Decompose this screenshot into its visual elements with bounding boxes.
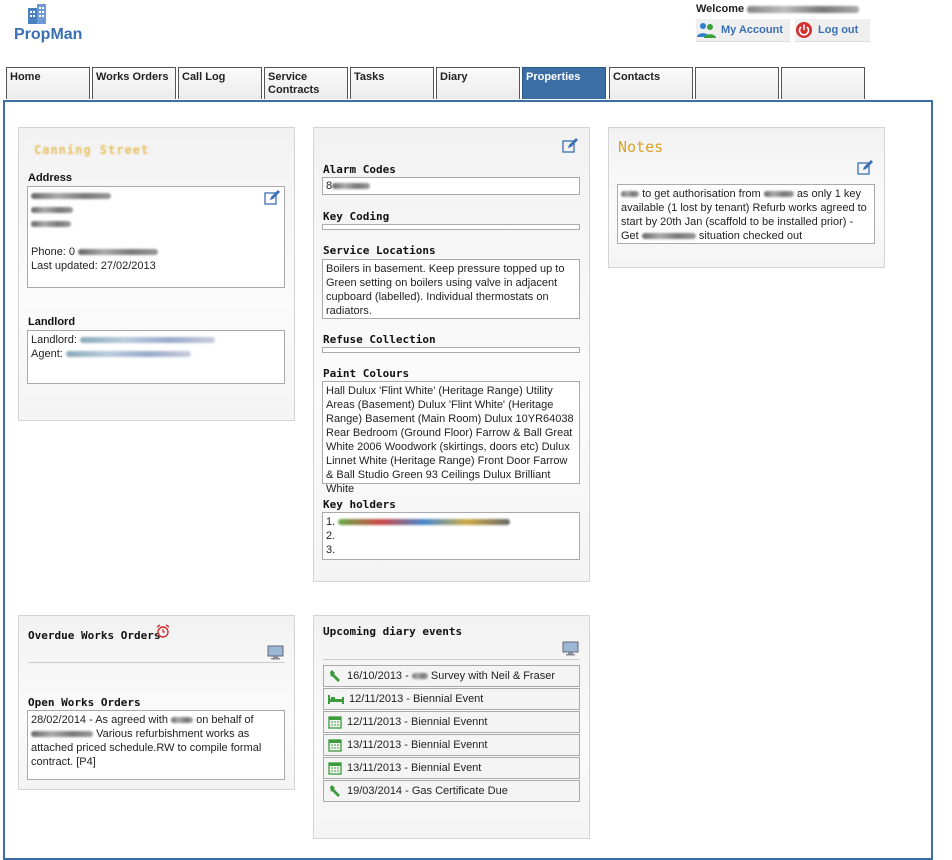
key-coding-heading: Key Coding — [323, 210, 390, 223]
event-date: 16/10/2013 - — [347, 670, 409, 682]
alarm-clock-icon — [156, 624, 170, 638]
open-works-orders-heading: Open Works Orders — [28, 696, 141, 709]
notes-box: to get authorisation from as only 1 key … — [617, 184, 875, 244]
key-coding-box — [322, 224, 580, 230]
users-icon — [697, 23, 716, 38]
edit-icon[interactable] — [562, 138, 578, 154]
tab-call-log[interactable]: Call Log — [178, 67, 262, 99]
address-heading: Address — [28, 172, 73, 184]
tab-contacts[interactable]: Contacts — [609, 67, 693, 99]
event-date: 19/03/2014 - — [347, 785, 409, 797]
edit-icon[interactable] — [264, 190, 280, 206]
my-account-label: My Account — [721, 24, 783, 36]
tab-service-contracts[interactable]: Service Contracts — [264, 67, 348, 99]
event-text: Biennial Event — [411, 762, 482, 774]
alarm-codes-heading: Alarm Codes — [323, 163, 396, 176]
event-text: Gas Certificate Due — [411, 785, 508, 797]
service-locations-box: Boilers in basement. Keep pressure toppe… — [322, 259, 580, 319]
event-text: Survey with Neil & Fraser — [430, 670, 555, 682]
propman-logo[interactable]: PropMan — [14, 4, 94, 44]
welcome-label: Welcome — [696, 3, 745, 15]
wrench-icon — [330, 785, 340, 797]
diary-event[interactable]: 13/11/2013 - Biennial Event — [323, 757, 580, 779]
order-text-a: 28/02/2014 - As agreed with — [31, 714, 168, 726]
diary-event[interactable]: 13/11/2013 - Biennial Evennt — [323, 734, 580, 756]
key-holders-heading: Key holders — [323, 498, 396, 511]
bed-icon — [328, 695, 344, 704]
calendar-icon — [328, 762, 342, 775]
landlord-heading: Landlord — [28, 316, 76, 328]
welcome-text: Welcome — [696, 3, 860, 15]
event-date: 12/11/2013 - — [349, 693, 410, 705]
monitor-icon[interactable] — [267, 645, 284, 660]
last-updated: Last updated: 27/02/2013 — [31, 260, 156, 272]
diary-event[interactable]: 12/11/2013 - Biennial Event — [323, 688, 580, 710]
key-holders-box: 1. 2. 3. — [322, 512, 580, 560]
log-out-button[interactable]: Log out — [795, 19, 870, 42]
overdue-works-orders-heading: Overdue Works Orders — [28, 629, 161, 642]
notes-text-a: to get authorisation from — [642, 188, 761, 200]
power-icon — [796, 22, 812, 38]
notes-text-c: situation checked out — [698, 230, 803, 242]
divider — [323, 659, 580, 660]
calendar-icon — [328, 739, 342, 752]
divider — [28, 662, 285, 663]
agent-field-label: Agent: — [31, 348, 63, 360]
username-redacted — [747, 5, 860, 13]
refuse-collection-box — [322, 347, 580, 353]
event-text: Biennial Event — [413, 693, 484, 705]
notes-title: Notes — [618, 138, 664, 156]
event-date: 12/11/2013 - — [347, 716, 408, 728]
tab-blank-1[interactable] — [695, 67, 779, 99]
paint-colours-heading: Paint Colours — [323, 367, 410, 380]
key-holder-2: 2. — [326, 530, 336, 542]
paint-colours-box: Hall Dulux 'Flint White' (Heritage Range… — [322, 381, 580, 495]
refuse-collection-heading: Refuse Collection — [323, 333, 436, 346]
event-text: Biennial Evennt — [411, 739, 488, 751]
event-text: Biennial Evennt — [411, 716, 488, 728]
alarm-codes-box: 8 — [322, 177, 580, 195]
edit-icon[interactable] — [857, 160, 873, 176]
tab-home[interactable]: Home — [6, 67, 90, 99]
order-text-b: on behalf of — [196, 714, 254, 726]
diary-event[interactable]: 12/11/2013 - Biennial Evennt — [323, 711, 580, 733]
tab-diary[interactable]: Diary — [436, 67, 520, 99]
tab-blank-2[interactable] — [781, 67, 865, 99]
address-box: Phone: 0 Last updated: 27/02/2013 — [27, 186, 285, 288]
diary-event[interactable]: 16/10/2013 - Survey with Neil & Fraser — [323, 665, 580, 687]
tab-works-orders[interactable]: Works Orders — [92, 67, 176, 99]
landlord-field-label: Landlord: — [31, 334, 77, 346]
event-date: 13/11/2013 - — [347, 739, 408, 751]
log-out-label: Log out — [818, 24, 859, 36]
open-works-orders-box[interactable]: 28/02/2014 - As agreed with on behalf of… — [27, 710, 285, 780]
my-account-button[interactable]: My Account — [696, 19, 790, 42]
key-holder-3: 3. — [326, 544, 336, 556]
diary-event[interactable]: 19/03/2014 - Gas Certificate Due — [323, 780, 580, 802]
monitor-icon[interactable] — [562, 641, 579, 656]
wrench-icon — [330, 670, 340, 682]
app-name: PropMan — [14, 26, 83, 43]
key-holder-1: 1. — [326, 516, 336, 528]
building-icon — [28, 4, 46, 24]
service-locations-heading: Service Locations — [323, 244, 436, 257]
landlord-box: Landlord: Agent: — [27, 330, 285, 384]
tab-tasks[interactable]: Tasks — [350, 67, 434, 99]
calendar-icon — [328, 716, 342, 729]
street-name-redacted: Canning Street — [34, 143, 150, 157]
upcoming-diary-events-heading: Upcoming diary events — [323, 625, 463, 638]
event-date: 13/11/2013 - — [347, 762, 408, 774]
tab-properties[interactable]: Properties — [522, 67, 606, 99]
phone-label: Phone: 0 — [31, 246, 76, 258]
